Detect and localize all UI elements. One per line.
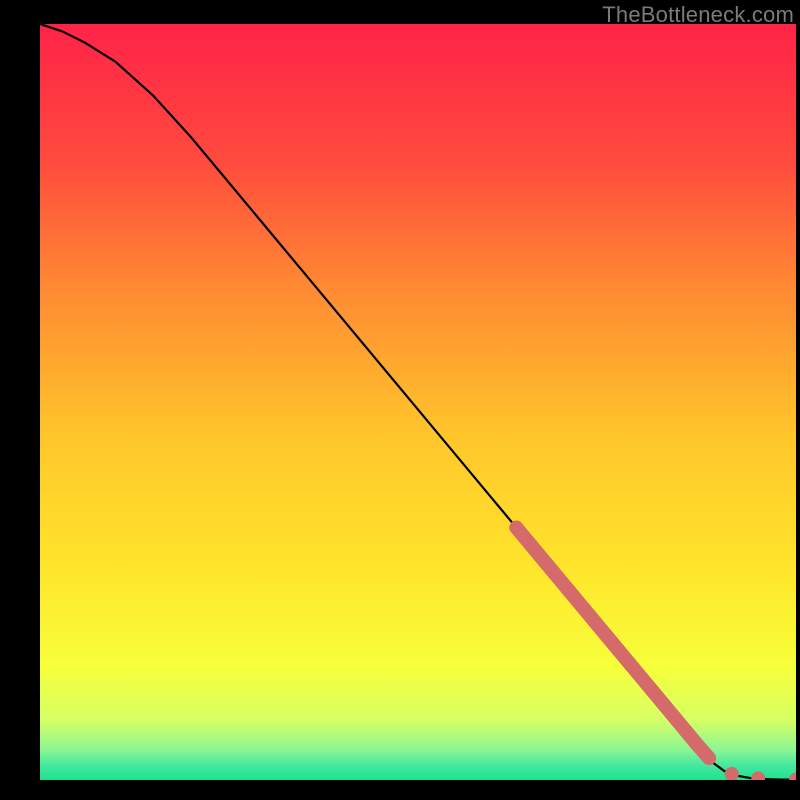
tail-point — [789, 773, 796, 780]
curve-layer — [40, 24, 796, 780]
tail-point — [725, 767, 739, 780]
chart-frame: TheBottleneck.com — [0, 0, 800, 800]
watermark-text: TheBottleneck.com — [602, 2, 794, 28]
tail-point — [751, 771, 765, 780]
plot-area — [40, 24, 796, 780]
marked-segment — [698, 745, 709, 758]
